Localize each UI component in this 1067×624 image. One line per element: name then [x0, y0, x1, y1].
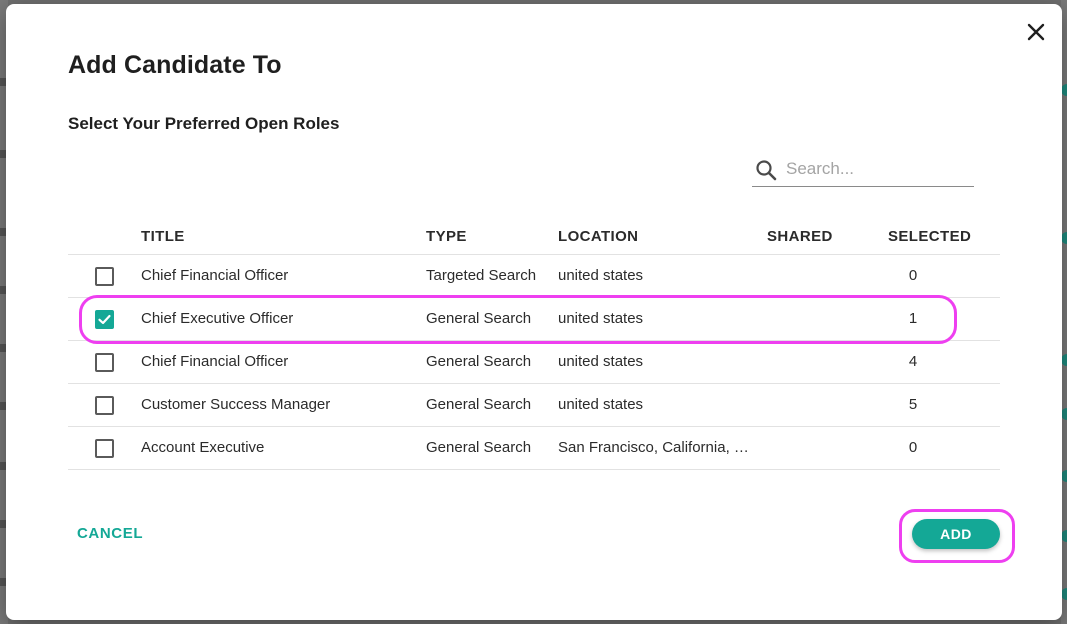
role-selected-count: 0 [908, 267, 918, 284]
search-field[interactable] [752, 154, 974, 187]
table-header-row: TITLE TYPE LOCATION SHARED SELECTED [68, 218, 1000, 255]
row-checkbox-checked[interactable] [95, 310, 114, 329]
column-header-title[interactable]: TITLE [141, 228, 185, 245]
row-checkbox[interactable] [95, 267, 114, 286]
dialog-title: Add Candidate To [68, 51, 282, 79]
table-row[interactable]: Chief Financial Officer Targeted Search … [68, 255, 1000, 298]
role-title: Chief Financial Officer [141, 267, 289, 284]
role-type: General Search [426, 353, 532, 370]
role-title: Chief Financial Officer [141, 353, 289, 370]
role-type: General Search [426, 396, 532, 413]
dialog-subtitle: Select Your Preferred Open Roles [68, 114, 340, 133]
row-checkbox[interactable] [95, 353, 114, 372]
role-selected-count: 4 [908, 353, 918, 370]
table-row[interactable]: Chief Executive Officer General Search u… [68, 298, 1000, 341]
open-roles-table: TITLE TYPE LOCATION SHARED SELECTED Chie… [68, 218, 1000, 470]
column-header-location[interactable]: LOCATION [558, 228, 638, 245]
search-input[interactable] [786, 156, 972, 182]
table-row[interactable]: Chief Financial Officer General Search u… [68, 341, 1000, 384]
add-candidate-dialog: Add Candidate To Select Your Preferred O… [6, 4, 1062, 620]
role-title: Chief Executive Officer [141, 310, 294, 327]
column-header-type[interactable]: TYPE [426, 228, 467, 245]
search-icon [756, 160, 777, 181]
role-type: General Search [426, 439, 532, 456]
role-selected-count: 0 [908, 439, 918, 456]
checkmark-icon [98, 314, 111, 325]
role-title: Customer Success Manager [141, 396, 331, 413]
role-type: Targeted Search [426, 267, 537, 284]
column-header-shared[interactable]: SHARED [767, 228, 833, 245]
role-selected-count: 1 [908, 310, 918, 327]
cancel-button[interactable]: CANCEL [77, 525, 143, 542]
add-button[interactable]: ADD [912, 519, 1000, 549]
role-location: united states [558, 310, 644, 327]
role-location: united states [558, 396, 644, 413]
row-checkbox[interactable] [95, 396, 114, 415]
role-location: united states [558, 353, 644, 370]
row-checkbox[interactable] [95, 439, 114, 458]
close-icon [1027, 23, 1045, 41]
role-selected-count: 5 [908, 396, 918, 413]
role-type: General Search [426, 310, 532, 327]
table-row[interactable]: Customer Success Manager General Search … [68, 384, 1000, 427]
role-location: united states [558, 267, 644, 284]
column-header-selected[interactable]: SELECTED [888, 228, 971, 245]
close-button[interactable] [1024, 20, 1048, 44]
table-row[interactable]: Account Executive General Search San Fra… [68, 427, 1000, 470]
role-title: Account Executive [141, 439, 265, 456]
role-location: San Francisco, California, … [558, 439, 749, 456]
